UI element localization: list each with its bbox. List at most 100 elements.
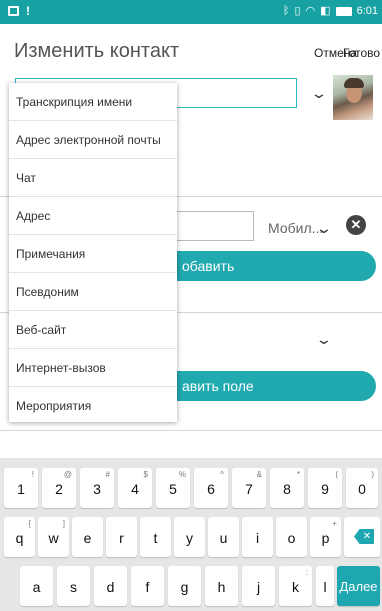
key-o[interactable]: o bbox=[276, 517, 307, 557]
key-label: i bbox=[255, 530, 260, 546]
key-alt-label: + bbox=[332, 519, 337, 528]
page-title: Изменить контакт bbox=[14, 40, 180, 62]
backspace-key[interactable]: ✕ bbox=[344, 517, 380, 557]
key-label: 6 bbox=[207, 481, 215, 497]
menu-item-notes[interactable]: Примечания bbox=[9, 235, 177, 273]
menu-item-address[interactable]: Адрес bbox=[9, 197, 177, 235]
key-label: y bbox=[186, 530, 193, 546]
contact-photo[interactable] bbox=[333, 75, 373, 120]
key-4[interactable]: 4 $ bbox=[118, 468, 152, 508]
key-q[interactable]: q[ bbox=[4, 517, 35, 557]
key-label: 9 bbox=[321, 481, 329, 497]
menu-item-nickname[interactable]: Псевдоним bbox=[9, 273, 177, 311]
key-label: 1 bbox=[17, 481, 25, 497]
notification-square-icon bbox=[8, 6, 19, 16]
status-bar: ! ᛒ ▯ ◠ ◧ 6:01 bbox=[0, 0, 382, 24]
avatar-hair bbox=[344, 78, 364, 88]
key-r[interactable]: r bbox=[106, 517, 137, 557]
key-3[interactable]: 3 # bbox=[80, 468, 114, 508]
key-label: u bbox=[219, 530, 228, 546]
key-g[interactable]: g bbox=[168, 566, 201, 606]
key-f[interactable]: f bbox=[131, 566, 164, 606]
key-7[interactable]: 7 & bbox=[232, 468, 266, 508]
key-k[interactable]: k: bbox=[279, 566, 312, 606]
key-label: d bbox=[106, 579, 115, 595]
key-alt-label: & bbox=[256, 470, 262, 479]
key-t[interactable]: t bbox=[140, 517, 171, 557]
key-a[interactable]: a bbox=[20, 566, 53, 606]
key-label: e bbox=[83, 530, 92, 546]
chevron-down-icon[interactable]: ⌄ bbox=[310, 85, 328, 102]
key-alt-label: ^ bbox=[220, 470, 224, 479]
key-label: 4 bbox=[131, 481, 139, 497]
key-label: h bbox=[217, 579, 226, 595]
menu-item-internet-call[interactable]: Интернет-вызов bbox=[9, 349, 177, 387]
key-j[interactable]: j bbox=[242, 566, 275, 606]
key-label: r bbox=[119, 530, 124, 546]
key-2[interactable]: 2 @ bbox=[42, 468, 76, 508]
key-alt-label: ! bbox=[31, 470, 34, 479]
menu-item-phonetic-name[interactable]: Транскрипция имени bbox=[9, 83, 177, 121]
bluetooth-icon: ᛒ bbox=[282, 5, 290, 17]
keyboard: 1! 2 @ 3 # 4 $ 5% 6 ^ 7 & 8 * 9( 0) q[ w] e r … bbox=[0, 458, 382, 611]
battery-icon bbox=[335, 6, 352, 16]
menu-item-events[interactable]: Мероприятия bbox=[9, 387, 177, 425]
key-5[interactable]: 5% bbox=[156, 468, 190, 508]
backspace-icon: ✕ bbox=[354, 529, 374, 544]
key-y[interactable]: y bbox=[174, 517, 205, 557]
key-u[interactable]: u bbox=[208, 517, 239, 557]
key-label: l bbox=[323, 579, 327, 595]
key-label: s bbox=[70, 579, 77, 595]
key-1[interactable]: 1! bbox=[4, 468, 38, 508]
key-label: 2 bbox=[55, 481, 63, 497]
key-label: k bbox=[292, 579, 299, 595]
key-label: q bbox=[15, 530, 24, 546]
key-l[interactable]: l bbox=[316, 566, 334, 606]
remove-phone-icon[interactable]: ✕ bbox=[346, 215, 366, 235]
status-time: 6:01 bbox=[356, 5, 378, 17]
key-8[interactable]: 8 * bbox=[270, 468, 304, 508]
key-d[interactable]: d bbox=[94, 566, 127, 606]
add-phone-button[interactable]: обавить bbox=[172, 251, 376, 281]
alert-icon: ! bbox=[26, 4, 30, 18]
key-label: w bbox=[48, 530, 59, 546]
key-label: f bbox=[145, 579, 150, 595]
key-label: a bbox=[32, 579, 41, 595]
key-label: g bbox=[180, 579, 189, 595]
key-h[interactable]: h bbox=[205, 566, 238, 606]
key-label: 7 bbox=[245, 481, 253, 497]
menu-item-email[interactable]: Адрес электронной почты bbox=[9, 121, 177, 159]
key-9[interactable]: 9( bbox=[308, 468, 342, 508]
key-label: 3 bbox=[93, 481, 101, 497]
key-e[interactable]: e bbox=[72, 517, 103, 557]
key-alt-label: % bbox=[178, 470, 186, 479]
menu-item-website[interactable]: Веб-сайт bbox=[9, 311, 177, 349]
key-alt-label: ) bbox=[371, 470, 374, 479]
chevron-down-icon[interactable]: ⌄ bbox=[315, 331, 333, 348]
key-s[interactable]: s bbox=[57, 566, 90, 606]
done-button[interactable]: Готово bbox=[343, 46, 380, 60]
key-alt-label: # bbox=[105, 470, 110, 479]
key-0[interactable]: 0) bbox=[346, 468, 378, 508]
key-label: p bbox=[321, 530, 330, 546]
key-alt-label: ] bbox=[62, 519, 65, 528]
battery-saver-icon: ◧ bbox=[320, 5, 331, 17]
key-w[interactable]: w] bbox=[38, 517, 69, 557]
key-label: 0 bbox=[358, 481, 366, 497]
key-alt-label: * bbox=[296, 470, 300, 479]
key-label: j bbox=[256, 579, 261, 595]
key-alt-label: $ bbox=[143, 470, 148, 479]
add-field-button[interactable]: авить поле bbox=[172, 371, 376, 401]
key-i[interactable]: i bbox=[242, 517, 273, 557]
chevron-down-icon[interactable]: ⌄ bbox=[315, 220, 333, 237]
menu-item-chat[interactable]: Чат bbox=[9, 159, 177, 197]
section-divider bbox=[0, 430, 382, 431]
key-alt-label: : bbox=[305, 568, 308, 577]
key-p[interactable]: p + bbox=[310, 517, 341, 557]
key-label: 8 bbox=[283, 481, 291, 497]
add-field-menu: Транскрипция имени Адрес электронной поч… bbox=[9, 83, 177, 422]
phone-input[interactable] bbox=[172, 211, 254, 241]
key-label: o bbox=[287, 530, 296, 546]
next-key[interactable]: Далее bbox=[337, 566, 380, 606]
key-6[interactable]: 6 ^ bbox=[194, 468, 228, 508]
